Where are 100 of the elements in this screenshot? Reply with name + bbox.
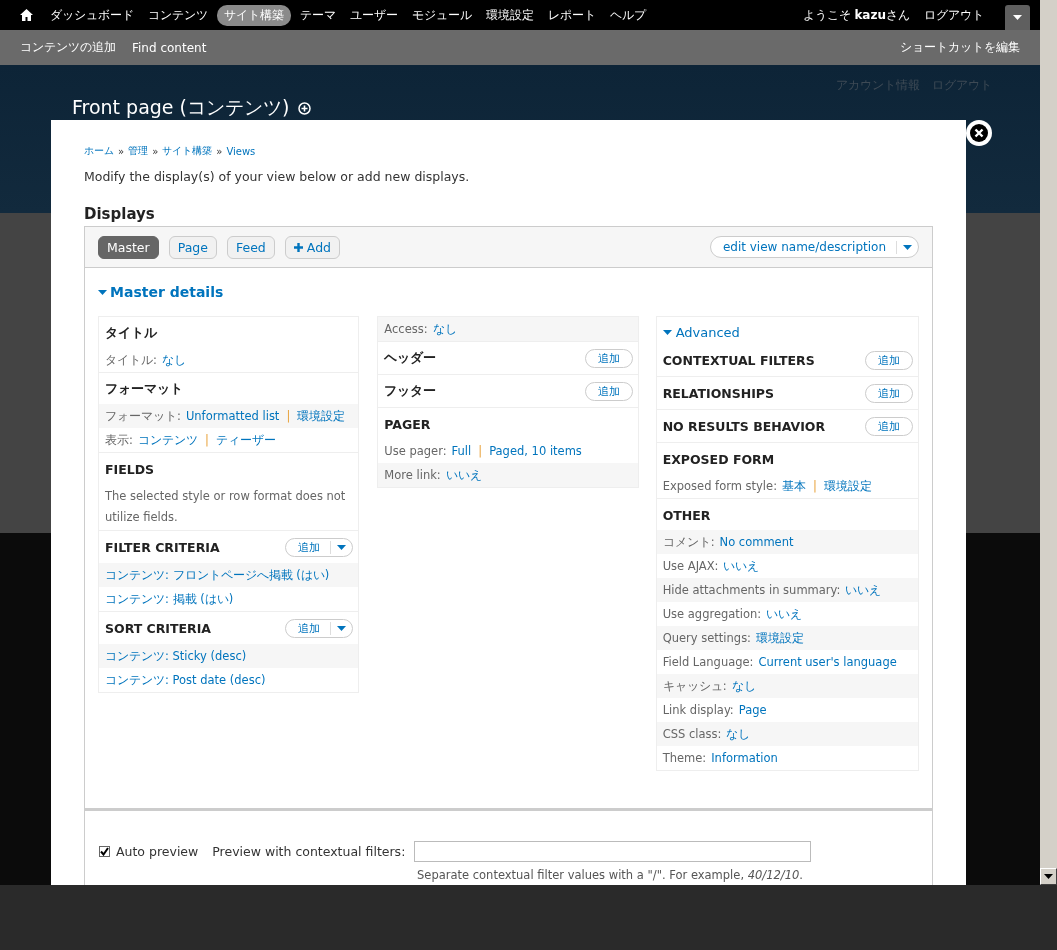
close-icon [970,124,988,142]
link-separator: | [286,409,291,423]
setting-label: More link: [384,468,441,482]
setting-link[interactable]: コンテンツ: Post date (desc) [105,673,266,687]
section-title: NO RESULTS BEHAVIOR [662,419,826,434]
toolbar-menu-item[interactable]: レポート [541,4,603,26]
add-button[interactable]: 追加 [865,351,913,370]
setting-label: Hide attachments in summary: [662,583,841,597]
shortcut-link[interactable]: Find content [132,40,207,55]
shortcuts-toggle-button[interactable] [1005,5,1030,30]
section-title: EXPOSED FORM [662,451,775,467]
setting-label: Exposed form style: [662,479,777,493]
shortcut-link[interactable]: コンテンツの追加 [20,39,116,56]
toolbar-menu-item[interactable]: テーマ [293,4,343,26]
add-button[interactable]: 追加 [285,619,354,638]
setting-link[interactable]: いいえ [723,559,760,573]
setting-link[interactable]: Page [738,703,767,717]
link-separator: | [478,444,483,458]
setting-label: キャッシュ: [662,679,727,693]
home-icon[interactable] [20,9,33,21]
setting-label: Access: [384,322,428,336]
field-label: Preview with contextual filters: [212,844,406,859]
setting-link[interactable]: 環境設定 [297,409,346,423]
add-button[interactable]: 追加 [865,384,913,403]
setting-link[interactable]: いいえ [766,607,803,621]
setting-link[interactable]: No comment [719,535,794,549]
setting-link[interactable]: なし [161,353,186,367]
setting-link[interactable]: なし [432,322,457,336]
caret-icon [662,330,672,335]
logout-link[interactable]: ログアウト [917,4,991,26]
section-title: PAGER [384,416,431,432]
toolbar-menu-item[interactable]: ダッシュボード [43,4,141,26]
edit-shortcuts-link[interactable]: ショートカットを編集 [900,39,1020,56]
setting-link[interactable]: 環境設定 [756,631,804,645]
caret-icon [337,545,347,550]
add-button[interactable]: 追加 [584,349,633,368]
caret-icon [337,626,347,631]
setting-label: 表示: [105,433,133,447]
page-title: Front page (コンテンツ) [72,95,290,120]
setting-label: コメント: [662,535,715,549]
setting-link[interactable]: いいえ [845,583,882,597]
setting-link[interactable]: Unformatted list [185,409,280,423]
setting-link[interactable]: 環境設定 [823,479,872,493]
scroll-down-button[interactable] [1040,868,1057,885]
caret-icon [1013,15,1022,20]
setting-link[interactable]: Full [451,444,472,458]
add-shortcut-icon [298,101,312,115]
toolbar-menu-item[interactable]: コンテンツ [141,4,215,26]
toolbar-menu-item[interactable]: モジュール [405,4,479,26]
setting-label: タイトル: [105,353,157,367]
setting-link[interactable]: ティーザー [215,433,276,447]
caret-icon [1044,874,1053,879]
toolbar-menu-item[interactable]: ユーザー [343,4,405,26]
setting-label: CSS class: [662,727,722,741]
setting-label: Use pager: [384,444,447,458]
display-tab[interactable]: Master [98,235,159,259]
add-button[interactable]: 追加 [865,417,913,436]
plus-icon [293,242,303,252]
welcome-text: ようこそ kazuさん [801,6,911,24]
breadcrumb-link[interactable]: ホーム [84,144,114,158]
field-hint: Separate contextual filter values with a "/". For example, 40/12/10. [417,868,804,882]
setting-link[interactable]: コンテンツ: 掲載 (はい) [105,592,234,606]
add-button[interactable]: 追加 [285,538,354,557]
section-title: フッター [384,383,437,400]
setting-link[interactable]: コンテンツ [137,433,198,447]
edit-view-button[interactable]: edit view name/description [709,236,919,258]
contextual-filters-field[interactable] [414,841,812,862]
setting-link[interactable]: Current user's language [758,655,897,669]
section-title: SORT CRITERIA [105,621,212,636]
breadcrumb-separator: » [216,145,223,157]
display-tab[interactable]: Page [168,235,217,259]
section-title: CONTEXTUAL FILTERS [662,353,815,368]
breadcrumb-separator: » [118,145,125,157]
setting-label: Field Language: [662,655,754,669]
breadcrumb-link[interactable]: Views [226,145,256,157]
breadcrumb-link[interactable]: サイト構築 [162,144,213,158]
setting-link[interactable]: 基本 [782,479,806,493]
setting-link[interactable]: なし [726,727,751,741]
setting-link[interactable]: Information [711,751,778,765]
setting-link[interactable]: Paged, 10 items [489,444,582,458]
toolbar-menu-item[interactable]: ヘルプ [603,4,653,26]
caret-icon [98,289,107,295]
details-toggle[interactable]: Master details [98,284,919,300]
add-button[interactable]: 追加 [584,382,633,401]
advanced-toggle[interactable]: Advanced [656,317,918,344]
setting-link[interactable]: コンテンツ: Sticky (desc) [105,649,247,663]
setting-link[interactable]: コンテンツ: フロントページへ掲載 (はい) [105,568,330,582]
breadcrumb-link[interactable]: 管理 [128,144,149,158]
toolbar-menu-item[interactable]: 環境設定 [479,4,541,26]
add-display-button[interactable]: Add [284,235,340,259]
scrollbar[interactable] [1040,0,1057,885]
checkmark-icon [100,847,109,856]
section-title: FILTER CRITERIA [105,540,220,555]
auto-preview-checkbox[interactable] [99,846,110,857]
setting-link[interactable]: いいえ [445,468,482,482]
setting-label: Use aggregation: [662,607,762,621]
display-tab[interactable]: Feed [226,235,275,259]
toolbar-menu-item[interactable]: サイト構築 [217,4,291,26]
setting-link[interactable]: なし [731,679,756,693]
displays-heading: Displays [84,205,156,223]
